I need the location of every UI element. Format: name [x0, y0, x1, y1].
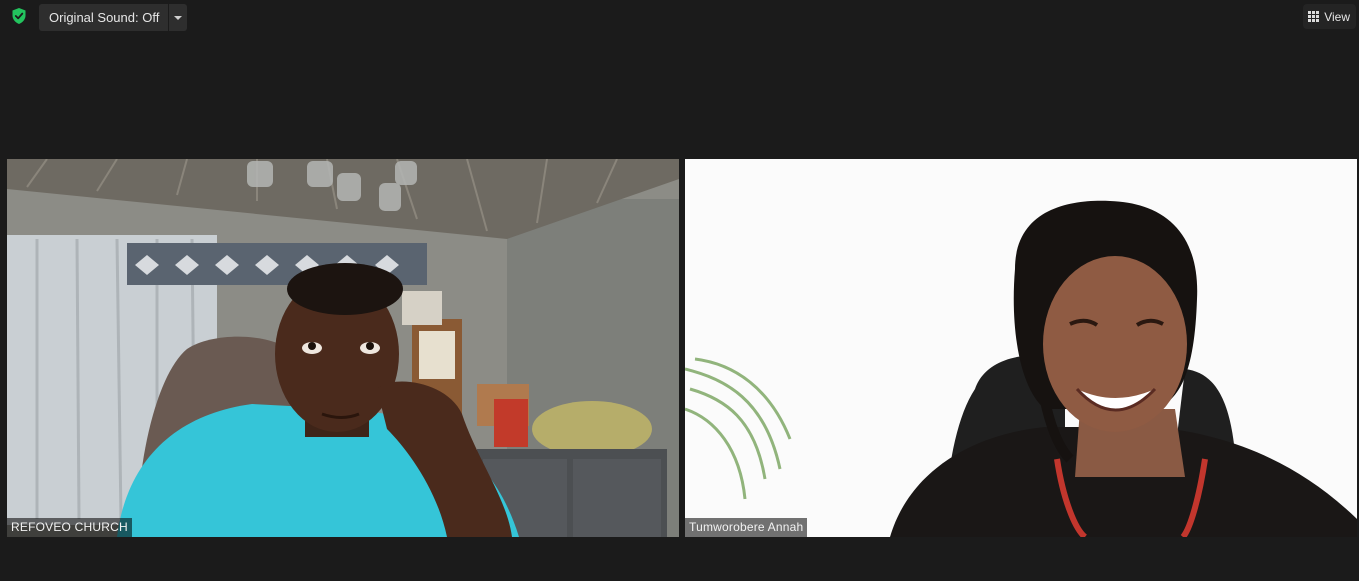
participant-video-tile[interactable]: Tumworobere Annah — [685, 159, 1357, 537]
original-sound-button[interactable]: Original Sound: Off — [39, 4, 169, 31]
grid-icon — [1308, 11, 1320, 22]
participant-video-tile[interactable]: REFOVEO CHURCH — [7, 159, 679, 537]
view-button[interactable]: View — [1303, 4, 1356, 29]
participant-name-label: Tumworobere Annah — [685, 518, 808, 537]
view-label: View — [1324, 9, 1350, 24]
top-toolbar: Original Sound: Off View — [0, 0, 1359, 34]
chevron-down-icon[interactable] — [168, 4, 188, 31]
shield-check-icon[interactable] — [10, 7, 28, 25]
original-sound-control: Original Sound: Off — [39, 4, 188, 31]
participant-video — [685, 159, 1357, 537]
participant-video — [7, 159, 679, 537]
meeting-window: Original Sound: Off View REFOVEO CHURCH … — [0, 0, 1359, 581]
participant-name-label: REFOVEO CHURCH — [7, 518, 132, 537]
